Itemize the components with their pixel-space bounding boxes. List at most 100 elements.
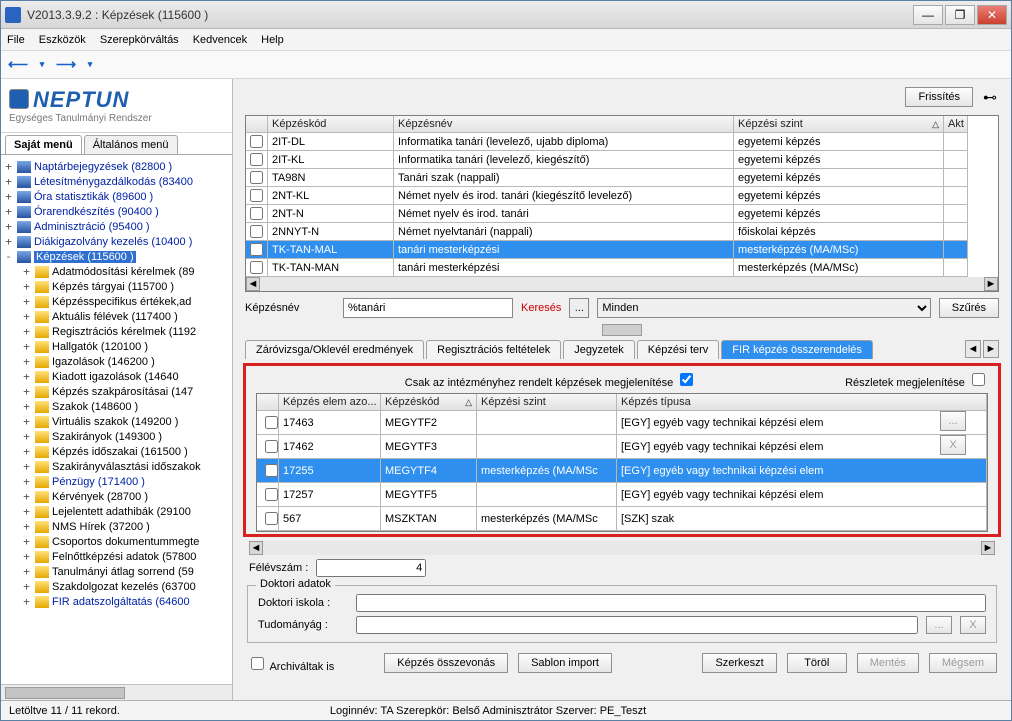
filter-button[interactable]: Szűrés [939,298,999,318]
col-akt[interactable]: Akt [944,116,968,133]
row-checkbox[interactable] [250,207,263,220]
tree-item[interactable]: +Csoportos dokumentummegte [3,534,230,549]
tree-item[interactable]: +Lejelentett adathibák (29100 [3,504,230,519]
col-elem-id[interactable]: Képzés elem azo... [279,394,381,411]
tree-item[interactable]: +Kérvények (28700 ) [3,489,230,504]
back-button[interactable]: ⟵ [7,54,29,76]
tree-toggle[interactable]: + [3,175,14,188]
tree-item[interactable]: +Szakirányok (149300 ) [3,429,230,444]
menu-tools[interactable]: Eszközök [39,34,86,46]
tree-toggle[interactable]: + [21,400,32,413]
search-button[interactable]: Keresés [521,302,561,314]
table-row[interactable]: 17255MEGYTF4 mesterképzés (MA/MSc[EGY] e… [257,459,987,483]
tree-toggle[interactable]: + [21,505,32,518]
forward-button[interactable]: ⟶ [55,54,77,76]
tree-item[interactable]: +Szakirányválasztási időszakok [3,459,230,474]
col-elem-code[interactable]: Képzéskód△ [381,394,477,411]
tree-item[interactable]: +Adminisztráció (95400 ) [3,219,230,234]
archived-checkbox[interactable] [251,657,264,670]
tree-item[interactable]: +Igazolások (146200 ) [3,354,230,369]
mapping-grid[interactable]: Képzés elem azo... Képzéskód△ Képzési sz… [256,393,988,532]
grid-scroll-right[interactable]: ► [984,277,998,291]
archived-checkbox-label[interactable]: Archiváltak is [247,654,334,673]
tree-item[interactable]: +Kiadott igazolások (14640 [3,369,230,384]
tree-item[interactable]: +Regisztrációs kérelmek (1192 [3,324,230,339]
tree-toggle[interactable]: + [21,490,32,503]
tree-toggle[interactable]: + [21,475,32,488]
tree-toggle[interactable]: + [21,580,32,593]
refresh-button[interactable]: Frissítés [905,87,973,107]
tree-toggle[interactable]: + [3,220,14,233]
row-checkbox[interactable] [250,225,263,238]
tree-toggle[interactable]: - [3,250,14,263]
remove-mapping-button[interactable]: X [940,435,966,455]
tab-registration[interactable]: Regisztrációs feltételek [426,340,561,359]
tree-toggle[interactable]: + [3,205,14,218]
col-elem-type[interactable]: Képzés típusa [617,394,987,411]
tree-item[interactable]: +Képzés tárgyai (115700 ) [3,279,230,294]
tree-toggle[interactable]: + [21,565,32,578]
row-checkbox[interactable] [250,153,263,166]
search-options-button[interactable]: ... [569,298,589,318]
tree-toggle[interactable]: + [21,550,32,563]
table-row[interactable]: TA98NTanári szak (nappali) egyetemi képz… [246,169,998,187]
tab-own-menu[interactable]: Saját menü [5,135,82,154]
tree-toggle[interactable]: + [21,445,32,458]
tree-item[interactable]: +Adatmódosítási kérelmek (89 [3,264,230,279]
close-button[interactable]: ✕ [977,5,1007,25]
tree-toggle[interactable]: + [21,310,32,323]
table-row[interactable]: 2IT-DLInformatika tanári (levelező, ujab… [246,133,998,151]
table-row[interactable]: TK-TAN-MALtanári mesterképzési mesterkép… [246,241,998,259]
menu-file[interactable]: File [7,34,25,46]
search-input[interactable] [343,298,513,318]
tree-hscroll[interactable] [1,684,232,700]
tab-training-plan[interactable]: Képzési terv [637,340,720,359]
tab-scroll-right[interactable]: ► [983,340,999,358]
navigation-tree[interactable]: +Naptárbejegyzések (82800 )+Létesítményg… [1,155,232,684]
row-checkbox[interactable] [265,440,278,453]
tree-item[interactable]: +Létesítménygazdálkodás (83400 [3,174,230,189]
row-checkbox[interactable] [250,243,263,256]
table-row[interactable]: 2IT-KLInformatika tanári (levelező, kieg… [246,151,998,169]
tree-toggle[interactable]: + [3,235,14,248]
row-checkbox[interactable] [250,189,263,202]
tree-toggle[interactable]: + [21,370,32,383]
discipline-input[interactable] [356,616,918,634]
discipline-browse-button[interactable]: ... [926,616,952,634]
menu-role[interactable]: Szerepkörváltás [100,34,179,46]
tree-toggle[interactable]: + [21,325,32,338]
tree-item[interactable]: +Szakok (148600 ) [3,399,230,414]
table-row[interactable]: 17257MEGYTF5 [EGY] egyéb vagy technikai … [257,483,987,507]
tab-notebooks[interactable]: Jegyzetek [563,340,635,359]
discipline-clear-button[interactable]: X [960,616,986,634]
tree-toggle[interactable]: + [21,265,32,278]
tree-item[interactable]: +Pénzügy (171400 ) [3,474,230,489]
row-checkbox[interactable] [265,464,278,477]
row-checkbox[interactable] [265,512,278,525]
tree-item[interactable]: +Felnőttképzési adatok (57800 [3,549,230,564]
tree-toggle[interactable]: + [3,190,14,203]
row-checkbox[interactable] [265,416,278,429]
table-row[interactable]: TK-TAN-MANtanári mesterképzési mesterkép… [246,259,998,277]
row-checkbox[interactable] [265,488,278,501]
tree-item[interactable]: +Tanulmányi átlag sorrend (59 [3,564,230,579]
row-checkbox[interactable] [250,171,263,184]
tree-item[interactable]: -Képzések (115600 ) [3,249,230,264]
tree-toggle[interactable]: + [21,430,32,443]
trainings-grid[interactable]: Képzéskód Képzésnév Képzési szint△ Akt 2… [245,115,999,292]
tab-fir-mapping[interactable]: FIR képzés összerendelés [721,340,873,359]
tree-item[interactable]: +Aktuális félévek (117400 ) [3,309,230,324]
pin-icon[interactable]: ⊷ [983,89,997,106]
table-row[interactable]: 2NT-NNémet nyelv és irod. tanári egyetem… [246,205,998,223]
tree-item[interactable]: +Képzés szakpárosításai (147 [3,384,230,399]
tree-item[interactable]: +Diákigazolvány kezelés (10400 ) [3,234,230,249]
tree-toggle[interactable]: + [21,280,32,293]
tab-general-menu[interactable]: Általános menü [84,135,178,154]
tree-toggle[interactable]: + [21,355,32,368]
grid-scroll-left[interactable]: ◄ [246,277,260,291]
tree-toggle[interactable]: + [21,385,32,398]
tree-toggle[interactable]: + [21,415,32,428]
tree-item[interactable]: +FIR adatszolgáltatás (64600 [3,594,230,609]
cancel-button[interactable]: Mégsem [929,653,997,673]
tree-item[interactable]: +Képzés időszakai (161500 ) [3,444,230,459]
